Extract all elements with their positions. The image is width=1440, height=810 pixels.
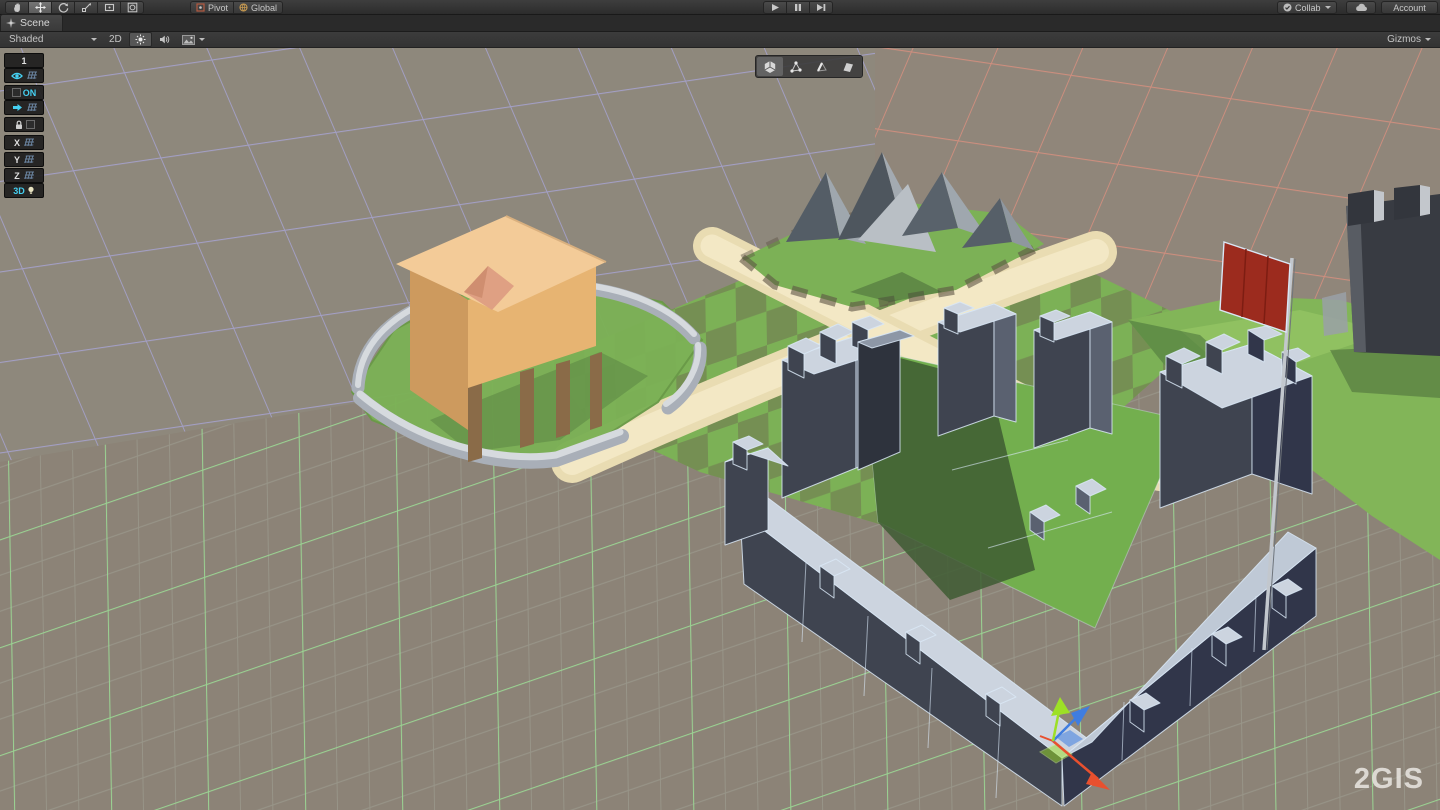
- step-icon: [816, 3, 826, 12]
- gizmos-caret-icon: [1425, 38, 1431, 41]
- axis-z-label: Z: [14, 171, 20, 181]
- effects-image-icon: [182, 35, 195, 45]
- eye-icon: [11, 72, 23, 80]
- scale-icon: [81, 2, 92, 13]
- mode-2d-label: 2D: [109, 34, 122, 45]
- edge-mode-button[interactable]: [809, 57, 835, 76]
- checkbox-icon: [12, 88, 21, 97]
- move-icon: [35, 2, 46, 13]
- transform-tool-group: [5, 1, 144, 14]
- scale-tool-button[interactable]: [74, 1, 98, 14]
- account-label: Account: [1393, 2, 1426, 14]
- grid-badge-icon: [22, 138, 34, 148]
- face-mode-icon: [841, 60, 855, 74]
- collab-check-icon: [1283, 3, 1292, 12]
- mode-3d-label: 3D: [13, 186, 25, 196]
- pivot-label: Pivot: [208, 2, 228, 14]
- watermark: 2GIS: [1354, 763, 1424, 796]
- vertex-mode-icon: [789, 60, 803, 74]
- collab-label: Collab: [1295, 2, 1321, 14]
- scene-tab-label: Scene: [20, 17, 50, 29]
- transform-icon: [127, 2, 138, 13]
- overlay-axis-z-button[interactable]: Z: [4, 168, 44, 183]
- toggle-2d-button[interactable]: 2D: [104, 33, 127, 46]
- move-tool-button[interactable]: [28, 1, 52, 14]
- sun-icon: [135, 34, 146, 45]
- lock-icon: [14, 120, 24, 130]
- overlay-mode-3d-button[interactable]: 3D: [4, 183, 44, 198]
- pivot-global-group: Pivot Global: [190, 1, 283, 14]
- overlay-on-label: ON: [23, 88, 37, 98]
- cloud-group: [1346, 1, 1376, 14]
- hand-icon: [12, 2, 23, 13]
- face-mode-button[interactable]: [835, 57, 861, 76]
- overlay-axis-y-button[interactable]: Y: [4, 152, 44, 167]
- vertex-mode-button[interactable]: [783, 57, 809, 76]
- axis-x-label: X: [14, 138, 20, 148]
- scene-tab-icon: [6, 18, 16, 28]
- scene-viewport[interactable]: 1 ON X Y Z 3D: [0, 48, 1440, 810]
- audio-icon: [159, 34, 170, 45]
- rect-icon: [104, 2, 115, 13]
- grid-badge-icon: [25, 71, 37, 81]
- collab-button[interactable]: Collab: [1277, 1, 1337, 14]
- edge-mode-icon: [815, 60, 829, 74]
- play-button[interactable]: [763, 1, 787, 14]
- pause-button[interactable]: [786, 1, 810, 14]
- grid-badge-icon: [22, 155, 34, 165]
- object-mode-button[interactable]: [757, 57, 783, 76]
- axis-y-label: Y: [14, 155, 20, 165]
- overlay-lock-button[interactable]: [4, 117, 44, 132]
- rotate-tool-button[interactable]: [51, 1, 75, 14]
- object-mode-icon: [763, 60, 777, 74]
- grid-badge-icon: [22, 171, 34, 181]
- scene-control-bar: Shaded 2D Gizmos: [0, 32, 1440, 48]
- cloud-icon: [1355, 3, 1368, 12]
- scene-effects-toggle[interactable]: [177, 33, 210, 46]
- shading-mode-dropdown[interactable]: Shaded: [4, 33, 102, 46]
- edit-mode-toolbar: [755, 55, 863, 78]
- play-icon: [770, 3, 780, 12]
- scene-audio-toggle[interactable]: [154, 33, 175, 46]
- gizmos-dropdown[interactable]: Gizmos: [1382, 33, 1436, 46]
- pivot-toggle-button[interactable]: Pivot: [190, 1, 234, 14]
- grid-badge-icon: [25, 103, 37, 113]
- global-toggle-button[interactable]: Global: [233, 1, 283, 14]
- overlay-axis-x-button[interactable]: X: [4, 135, 44, 150]
- globe-icon: [239, 3, 248, 12]
- cloud-button[interactable]: [1346, 1, 1376, 14]
- collab-caret-icon: [1325, 6, 1331, 9]
- step-button[interactable]: [809, 1, 833, 14]
- overlay-layer-count-button[interactable]: 1: [4, 53, 44, 68]
- account-group: Account: [1381, 1, 1438, 14]
- pause-icon: [794, 3, 802, 12]
- shading-mode-label: Shaded: [9, 34, 43, 45]
- arrow-right-icon: [12, 103, 23, 112]
- main-toolbar: Pivot Global Collab Account: [0, 0, 1440, 15]
- effects-caret-icon: [199, 38, 205, 41]
- overlay-move-snap-button[interactable]: [4, 100, 44, 115]
- tab-bar: Scene: [0, 15, 1440, 32]
- scene-lighting-toggle[interactable]: [129, 32, 152, 47]
- transform-tool-button[interactable]: [120, 1, 144, 14]
- overlay-layer-count-label: 1: [21, 56, 26, 66]
- gizmos-label: Gizmos: [1387, 34, 1421, 45]
- collab-group: Collab: [1277, 1, 1337, 14]
- overlay-visibility-button[interactable]: [4, 68, 44, 83]
- scene-canvas[interactable]: [0, 48, 1440, 810]
- lock-state-box: [26, 120, 35, 129]
- tab-scene[interactable]: Scene: [0, 14, 63, 31]
- shading-caret-icon: [91, 38, 97, 41]
- rotate-icon: [58, 2, 69, 13]
- playback-group: [763, 1, 833, 14]
- pivot-icon: [196, 3, 205, 12]
- overlay-on-toggle-button[interactable]: ON: [4, 85, 44, 100]
- rect-tool-button[interactable]: [97, 1, 121, 14]
- bulb-icon: [27, 186, 35, 195]
- global-label: Global: [251, 2, 277, 14]
- hand-tool-button[interactable]: [5, 1, 29, 14]
- account-button[interactable]: Account: [1381, 1, 1438, 14]
